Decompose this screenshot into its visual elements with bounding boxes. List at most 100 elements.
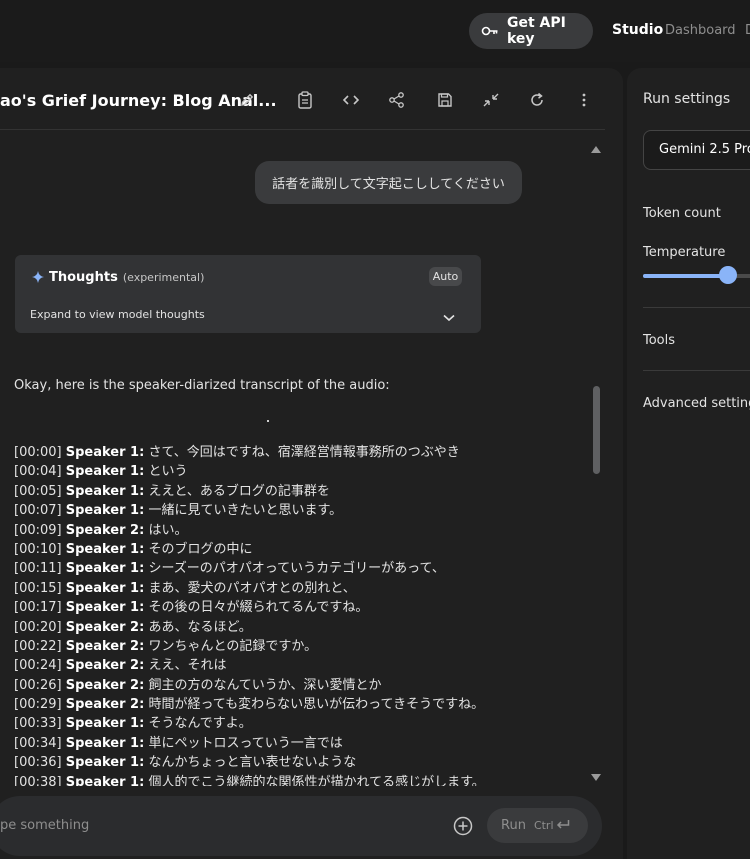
run-button[interactable]: Run Ctrl: [487, 808, 588, 843]
transcript-line: [00:34] Speaker 1: 単にペットロスっていう一言では: [14, 734, 594, 753]
timestamp: [00:29]: [14, 697, 62, 713]
scroll-up-arrow-icon[interactable]: [591, 146, 601, 153]
thoughts-header: Thoughts (experimental): [32, 268, 204, 287]
speaker-label: Speaker 1:: [65, 755, 145, 771]
code-icon[interactable]: [341, 90, 361, 110]
transcript-list: [00:00] Speaker 1: さて、今回はですね、宿澤経営情報事務所のつ…: [14, 443, 594, 786]
timestamp: [00:33]: [14, 716, 62, 732]
speaker-label: Speaker 1:: [65, 735, 145, 751]
auto-badge[interactable]: Auto: [429, 267, 462, 286]
scrollbar-thumb[interactable]: [593, 386, 600, 474]
nav-truncated[interactable]: D: [745, 23, 750, 38]
utterance-text: まあ、愛犬のパオパオとの別れと、: [148, 580, 356, 596]
speaker-label: Speaker 1:: [65, 541, 145, 557]
temperature-label: Temperature: [643, 245, 726, 260]
transcript-line: [00:15] Speaker 1: まあ、愛犬のパオパオとの別れと、: [14, 579, 594, 598]
expand-thoughts-label[interactable]: Expand to view model thoughts: [30, 308, 205, 321]
speaker-label: Speaker 2:: [65, 677, 145, 693]
more-vert-icon[interactable]: [574, 90, 594, 110]
prompt-input-placeholder[interactable]: pe something: [0, 818, 89, 833]
transcript-line: [00:29] Speaker 2: 時間が経っても変わらない思いが伝わってきそ…: [14, 695, 594, 714]
settings-divider: [643, 307, 750, 308]
timestamp: [00:17]: [14, 600, 62, 616]
transcript-line: [00:33] Speaker 1: そうなんですよ。: [14, 714, 594, 733]
timestamp: [00:34]: [14, 735, 62, 751]
transcript-line: [00:17] Speaker 1: その後の日々が綴られてるんですね。: [14, 598, 594, 617]
utterance-text: さて、今回はですね、宿澤経営情報事務所のつぶやき: [148, 445, 460, 460]
get-api-key-button[interactable]: Get API key: [469, 13, 593, 49]
timestamp: [00:38]: [14, 774, 62, 786]
transcript-line: [00:38] Speaker 1: 個人的でこう継続的な関係性が描かれてる感じ…: [14, 773, 594, 786]
settings-divider: [643, 370, 750, 371]
edit-title-icon[interactable]: [237, 90, 257, 110]
timestamp: [00:15]: [14, 580, 62, 596]
utterance-text: ええ、それは: [148, 658, 227, 674]
utterance-text: シーズーのパオパオっていうカテゴリーがあって、: [148, 561, 445, 577]
response-intro: Okay, here is the speaker-diarized trans…: [14, 378, 390, 393]
sparkle-icon: [32, 268, 44, 287]
speaker-label: Speaker 2:: [65, 619, 145, 635]
timestamp: [00:11]: [14, 561, 62, 577]
speaker-label: Speaker 2:: [65, 697, 145, 713]
utterance-text: はい。: [148, 522, 188, 538]
transcript-line: [00:05] Speaker 1: ええと、あるブログの記事群を: [14, 482, 594, 501]
timestamp: [00:05]: [14, 483, 62, 499]
run-shortcut: Ctrl: [534, 819, 570, 833]
add-circle-icon[interactable]: [452, 815, 474, 837]
user-message-bubble: 話者を識別して文字起こししてください: [255, 161, 522, 204]
save-icon[interactable]: [435, 90, 455, 110]
transcript-line: [00:26] Speaker 2: 飼主の方のなんていうか、深い愛情とか: [14, 676, 594, 695]
utterance-text: 時間が経っても変わらない思いが伝わってきそうですね。: [148, 697, 485, 713]
transcript-line: [00:11] Speaker 1: シーズーのパオパオっていうカテゴリーがあっ…: [14, 559, 594, 578]
token-count-label: Token count: [643, 206, 721, 221]
nav-dashboard[interactable]: Dashboard: [665, 23, 736, 38]
utterance-text: ワンちゃんとの記録ですか。: [148, 638, 318, 654]
utterance-text: その後の日々が綴られてるんですね。: [148, 600, 369, 616]
timestamp: [00:20]: [14, 619, 62, 635]
speaker-label: Speaker 2:: [65, 658, 145, 674]
timestamp: [00:07]: [14, 503, 62, 519]
run-settings-panel: Run settings Gemini 2.5 Pro Token count …: [627, 68, 750, 859]
thoughts-subtitle: (experimental): [122, 271, 205, 284]
timestamp: [00:22]: [14, 638, 62, 654]
share-icon[interactable]: [387, 90, 407, 110]
speaker-label: Speaker 1:: [65, 445, 145, 460]
speaker-label: Speaker 1:: [65, 716, 145, 732]
tools-label[interactable]: Tools: [643, 333, 675, 348]
utterance-text: ああ、なるほど。: [148, 619, 252, 635]
transcript-line: [00:10] Speaker 1: そのブログの中に: [14, 540, 594, 559]
prompt-input-bar[interactable]: pe something Run Ctrl: [0, 796, 602, 856]
temperature-slider-thumb[interactable]: [719, 266, 738, 284]
speaker-label: Speaker 1:: [65, 561, 145, 577]
compare-icon[interactable]: [481, 90, 501, 110]
timestamp: [00:36]: [14, 755, 62, 771]
transcript-line: [00:20] Speaker 2: ああ、なるほど。: [14, 618, 594, 637]
thoughts-panel[interactable]: Thoughts (experimental) Auto Expand to v…: [15, 255, 481, 333]
timestamp: [00:09]: [14, 522, 62, 538]
transcript-line: [00:07] Speaker 1: 一緒に見ていきたいと思います。: [14, 501, 594, 520]
thoughts-title: Thoughts: [49, 270, 118, 285]
transcript-line: [00:24] Speaker 2: ええ、それは: [14, 656, 594, 675]
advanced-settings-label[interactable]: Advanced settings: [643, 396, 750, 411]
timestamp: [00:24]: [14, 658, 62, 674]
separator-dot: [267, 420, 269, 422]
chat-title: ao's Grief Journey: Blog Anal...: [0, 91, 277, 110]
speaker-label: Speaker 1:: [65, 580, 145, 596]
top-bar: Get API key Studio Dashboard D: [0, 0, 750, 62]
clipboard-icon[interactable]: [295, 90, 315, 110]
speaker-label: Speaker 1:: [65, 774, 145, 786]
utterance-text: 個人的でこう継続的な関係性が描かれてる感じがします。: [148, 774, 485, 786]
transcript-line: [00:00] Speaker 1: さて、今回はですね、宿澤経営情報事務所のつ…: [14, 443, 594, 462]
nav-studio[interactable]: Studio: [612, 22, 663, 38]
transcript-line: [00:36] Speaker 1: なんかちょっと言い表せないような: [14, 753, 594, 772]
utterance-text: 単にペットロスっていう一言では: [148, 735, 343, 751]
speaker-label: Speaker 1:: [65, 483, 145, 499]
utterance-text: 飼主の方のなんていうか、深い愛情とか: [148, 677, 382, 693]
chevron-down-icon[interactable]: [443, 307, 455, 326]
transcript-line: [00:22] Speaker 2: ワンちゃんとの記録ですか。: [14, 637, 594, 656]
model-select[interactable]: Gemini 2.5 Pro: [643, 130, 750, 170]
timestamp: [00:26]: [14, 677, 62, 693]
speaker-label: Speaker 1:: [65, 464, 145, 480]
speaker-label: Speaker 1:: [65, 600, 145, 616]
refresh-icon[interactable]: [527, 90, 547, 110]
